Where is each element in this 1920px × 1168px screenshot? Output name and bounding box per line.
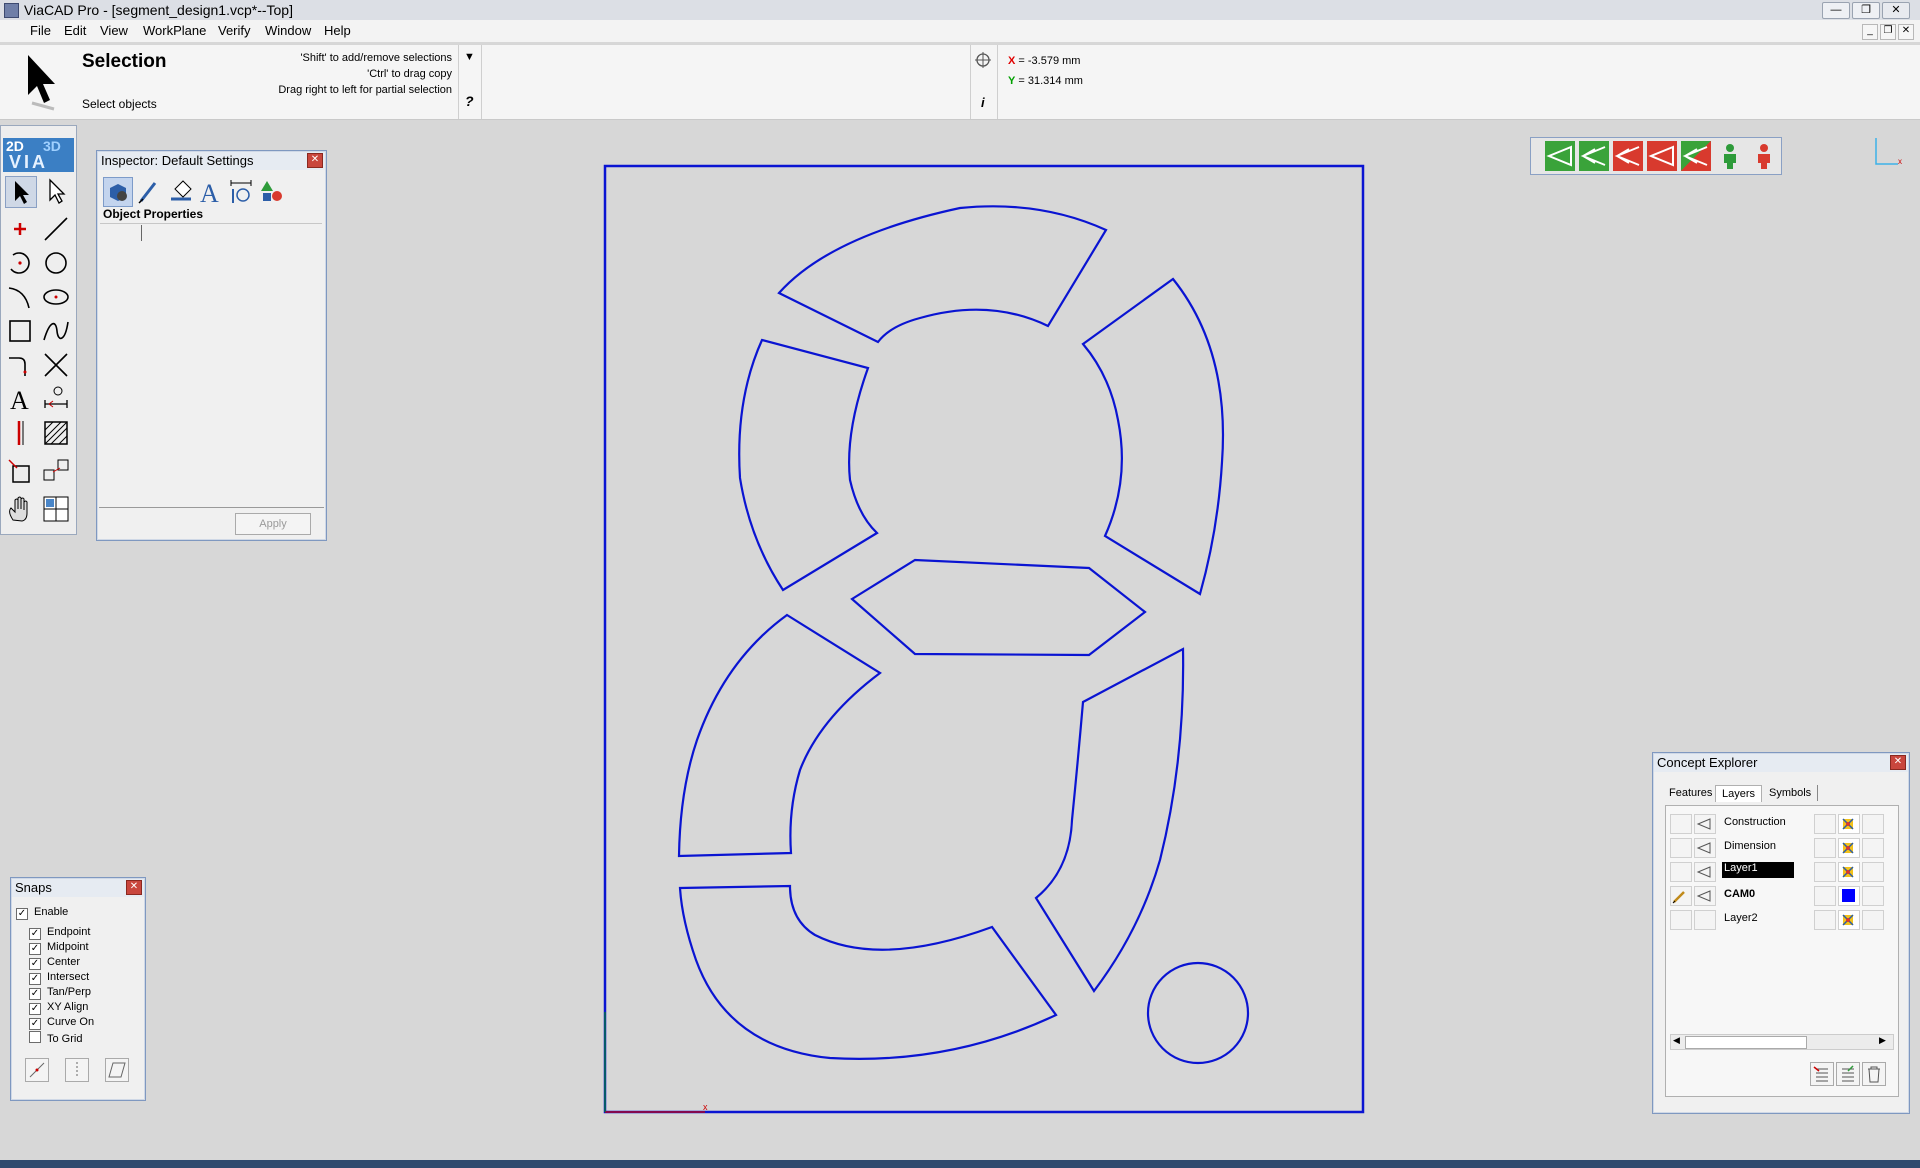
drawing-canvas[interactable]: x x (0, 0, 1920, 1168)
multicolor-icon (1842, 914, 1854, 926)
layer-visible-cell[interactable] (1694, 838, 1716, 858)
decimal-point[interactable] (1146, 961, 1250, 1065)
layer-lock-cell[interactable] (1814, 862, 1836, 882)
arrow-left-icon (1696, 866, 1711, 878)
arrow-left-icon (1696, 818, 1711, 830)
red-person-icon (1758, 144, 1770, 169)
arrow-left-icon (1696, 890, 1711, 902)
green-person-icon (1724, 144, 1736, 169)
arrow-left-icon (1696, 842, 1711, 854)
layer-extra-cell[interactable] (1862, 838, 1884, 858)
layer-color-cell[interactable] (1838, 838, 1860, 858)
show-layer-button[interactable] (1545, 141, 1575, 171)
hide-layer-button[interactable] (1647, 141, 1677, 171)
explorer-close-button[interactable]: ✕ (1890, 755, 1906, 770)
layer-name[interactable]: Layer2 (1724, 912, 1758, 924)
layer-edit-cell[interactable] (1670, 886, 1692, 906)
multicolor-icon (1842, 842, 1854, 854)
multicolor-icon (1842, 866, 1854, 878)
trash-icon (1868, 1066, 1880, 1083)
layer-extra-cell[interactable] (1862, 862, 1884, 882)
concept-explorer-title: Concept Explorer (1654, 754, 1908, 772)
layer-row[interactable]: Dimension (1666, 836, 1886, 858)
layer-name[interactable]: CAM0 (1724, 888, 1755, 900)
pencil-icon (1672, 891, 1685, 904)
hidden-arrow-icon (1648, 145, 1674, 167)
layer-visible-cell[interactable] (1694, 910, 1716, 930)
layer-lock-cell[interactable] (1814, 886, 1836, 906)
tab-features[interactable]: Features (1663, 785, 1718, 801)
multicolor-icon (1842, 818, 1854, 830)
scroll-right-icon[interactable]: ▶ (1879, 1035, 1886, 1046)
layer-edit-cell[interactable] (1670, 910, 1692, 930)
hide-layers-button[interactable] (1613, 141, 1643, 171)
layer-extra-cell[interactable] (1862, 910, 1884, 930)
layer-lock-cell[interactable] (1814, 814, 1836, 834)
segment-c[interactable] (1034, 647, 1185, 993)
layer-color-cell[interactable] (1838, 910, 1860, 930)
delete-layer-button[interactable] (1862, 1062, 1886, 1086)
layer-list-icon (1842, 1065, 1854, 1082)
visible-arrow-icon (1546, 145, 1572, 167)
layer-color-cell[interactable] (1838, 862, 1860, 882)
layer-color-cell[interactable] (1838, 814, 1860, 834)
layer-row[interactable]: Layer2 (1666, 908, 1886, 930)
segment-b[interactable] (1081, 277, 1225, 596)
layer-visibility-toolbar (1530, 137, 1782, 175)
segment-e[interactable] (677, 613, 882, 858)
layer-lock-cell[interactable] (1814, 838, 1836, 858)
tab-symbols[interactable]: Symbols (1763, 785, 1819, 801)
layer-row[interactable]: CAM0 (1666, 884, 1886, 906)
toggle-layers-button[interactable] (1681, 141, 1711, 171)
layer-name[interactable]: Construction (1724, 816, 1786, 828)
add-layer-icon (1813, 1066, 1828, 1082)
blue-swatch (1842, 889, 1855, 902)
new-layer-button[interactable] (1810, 1062, 1834, 1086)
show-all-layers-button[interactable] (1579, 141, 1609, 171)
layer-extra-cell[interactable] (1862, 814, 1884, 834)
layer-extra-cell[interactable] (1862, 886, 1884, 906)
segment-a[interactable] (777, 205, 1108, 344)
layer-row[interactable]: Layer1 (1666, 860, 1886, 882)
taskbar (0, 1160, 1920, 1168)
layer-row[interactable]: Construction (1666, 812, 1886, 834)
layer-name-selected[interactable]: Layer1 (1722, 862, 1794, 878)
layer-lock-cell[interactable] (1814, 910, 1836, 930)
view-triad-icon (1875, 138, 1898, 165)
tab-layers[interactable]: Layers (1715, 785, 1763, 802)
triad-x-mark: x (1898, 157, 1902, 166)
boundary-rectangle[interactable] (603, 164, 1365, 1114)
swap-arrows-icon (1682, 146, 1708, 166)
concept-explorer-panel: Concept Explorer ✕ Features Layers Symbo… (1652, 752, 1910, 1114)
layer-visible-cell[interactable] (1694, 862, 1716, 882)
show-objects-button[interactable] (1715, 141, 1745, 171)
layers-list: Construction Dimension Layer1 CAM0 Layer… (1665, 805, 1899, 1097)
layer-edit-cell[interactable] (1670, 838, 1692, 858)
hide-objects-button[interactable] (1749, 141, 1779, 171)
segment-f[interactable] (738, 338, 879, 592)
scroll-left-icon[interactable]: ◀ (1673, 1035, 1680, 1046)
layer-name[interactable]: Dimension (1724, 840, 1776, 852)
scroll-thumb[interactable] (1685, 1036, 1807, 1049)
layer-options-button[interactable] (1836, 1062, 1860, 1086)
layer-edit-cell[interactable] (1670, 862, 1692, 882)
x-axis-mark: x (703, 1102, 708, 1112)
segment-d[interactable] (678, 884, 1058, 1060)
explorer-tabs: Features Layers Symbols (1663, 785, 1899, 805)
horizontal-scrollbar[interactable]: ◀ ▶ (1670, 1034, 1894, 1050)
layer-visible-cell[interactable] (1694, 886, 1716, 906)
hidden-arrows-icon (1614, 146, 1640, 166)
layer-color-cell[interactable] (1838, 886, 1860, 906)
layer-edit-cell[interactable] (1670, 814, 1692, 834)
segment-g[interactable] (850, 558, 1147, 657)
layer-visible-cell[interactable] (1694, 814, 1716, 834)
visible-arrows-icon (1580, 146, 1606, 166)
